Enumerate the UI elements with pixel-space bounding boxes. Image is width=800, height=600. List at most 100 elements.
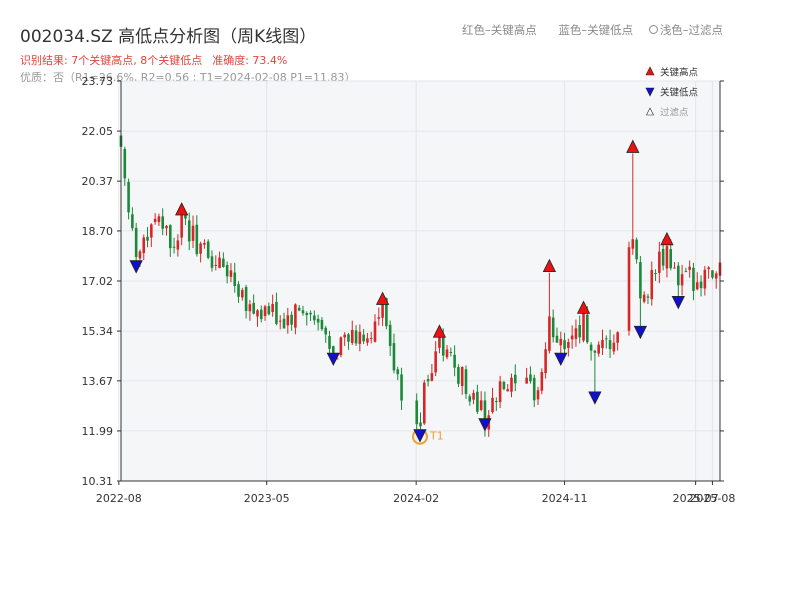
candle-body (282, 318, 286, 329)
candle-body (430, 373, 434, 381)
candle-body (711, 270, 714, 278)
candle-body (472, 392, 475, 400)
candle-body (278, 320, 282, 322)
candle-body (301, 310, 305, 314)
candle-body (441, 334, 445, 356)
candle-body (388, 324, 392, 346)
candle-body (714, 273, 718, 279)
candle-body (206, 241, 210, 258)
candle-body (229, 270, 233, 277)
candle-body (362, 334, 365, 342)
x-tick-label: 2022-08 (96, 492, 142, 505)
candle-body (612, 342, 616, 352)
candle-body (650, 270, 654, 300)
candle-body (661, 248, 665, 266)
candle-body (476, 391, 479, 412)
x-tick-label: 2024-11 (542, 492, 588, 505)
candlestick-chart: T1 23.73 22.05 20.37 18.70 17.02 15.34 13.67 11… (82, 66, 735, 505)
candle-body (449, 351, 453, 353)
candle-body (582, 312, 585, 341)
candle-body (199, 243, 202, 254)
candle-body (396, 369, 400, 375)
candle-body (642, 294, 646, 302)
candle-body (241, 290, 244, 298)
candle-body (544, 349, 547, 374)
candle-body (218, 257, 221, 269)
candle-body (369, 338, 373, 340)
y-tick-label: 15.34 (82, 325, 114, 338)
candle-body (457, 367, 460, 384)
candle-body (555, 335, 559, 343)
candle-body (695, 282, 699, 290)
candle-body (233, 272, 237, 286)
candle-body (597, 344, 600, 354)
candle-body (210, 256, 214, 268)
candle-body (601, 339, 604, 349)
legend-label: 过滤点 (660, 107, 689, 119)
candle-body (123, 148, 127, 179)
candle-body (460, 366, 464, 387)
candle-body (639, 262, 642, 299)
candle-body (548, 316, 551, 351)
x-tick-label: 2025-08 (689, 492, 735, 505)
candle-body (377, 317, 381, 319)
candle-body (168, 225, 172, 249)
candle-body (146, 236, 149, 241)
candle-body (479, 400, 483, 410)
candle-body (244, 286, 248, 311)
candle-body (157, 216, 161, 223)
candle-body (343, 334, 346, 338)
candle-body (468, 396, 472, 402)
legend-high-icon (645, 66, 655, 76)
candle-body (604, 338, 608, 340)
candle-body (294, 304, 297, 328)
candle-body (646, 296, 650, 298)
candle-body (673, 267, 676, 269)
y-tick-label: 23.73 (82, 75, 114, 88)
t1-label: T1 (429, 430, 444, 443)
candle-body (153, 218, 157, 222)
candle-body (551, 317, 555, 338)
candle-body (536, 390, 540, 400)
candle-body (263, 306, 267, 317)
candle-body (392, 343, 396, 371)
candle-body (256, 310, 259, 317)
candle-body (532, 377, 536, 401)
candle-body (275, 301, 278, 324)
candle-body (400, 374, 403, 401)
candle-body (495, 401, 498, 403)
legend-label: 关键低点 (660, 87, 699, 99)
candle-body (658, 251, 661, 273)
candle-body (635, 239, 638, 260)
candle-body (529, 374, 532, 382)
candle-body (654, 273, 657, 275)
candle-body (248, 304, 252, 312)
y-tick-label: 22.05 (82, 125, 114, 138)
candle-body (574, 328, 578, 339)
candle-body (313, 315, 316, 321)
candle-body (259, 309, 263, 320)
candle-body (627, 247, 631, 331)
candle-body (616, 332, 619, 343)
candle-body (252, 302, 255, 314)
candle-body (453, 354, 456, 368)
candle-body (214, 264, 218, 266)
x-tick-label: 2024-02 (393, 492, 439, 505)
candle-body (665, 246, 669, 269)
candle-body (350, 329, 354, 343)
candle-body (676, 265, 680, 286)
candle-body (589, 344, 593, 351)
candle-body (559, 338, 563, 346)
candle-body (267, 306, 271, 315)
candle-body (688, 266, 691, 270)
candle-body (286, 315, 290, 326)
candle-body (586, 314, 589, 343)
candle-body (354, 330, 358, 344)
candle-body (434, 351, 437, 373)
candle-body (324, 327, 328, 335)
candle-body (692, 267, 695, 291)
y-tick-label: 20.37 (82, 175, 114, 188)
candle-body (684, 271, 688, 273)
candle-body (707, 267, 710, 270)
candle-body (131, 214, 134, 229)
